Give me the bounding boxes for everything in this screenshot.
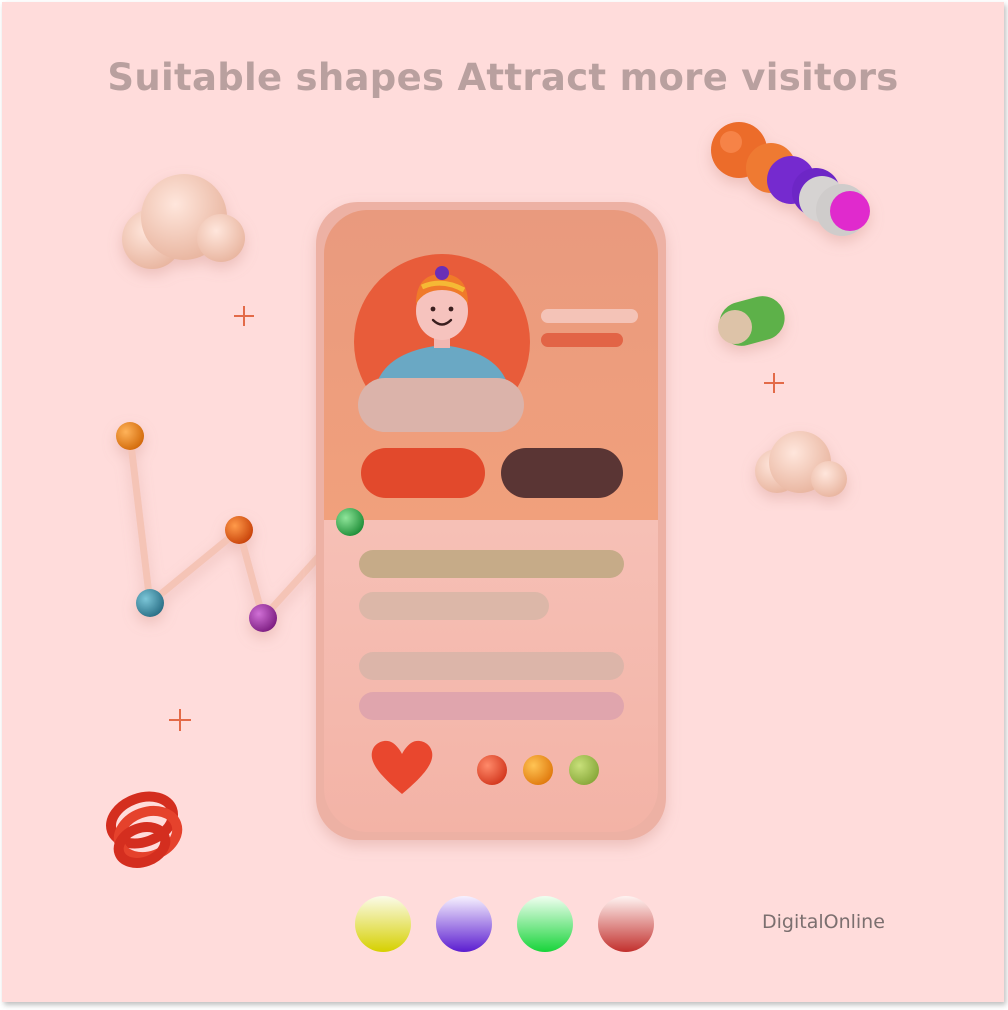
message-button[interactable] — [501, 448, 623, 498]
color-swatches — [355, 896, 654, 952]
illustration — [106, 122, 870, 952]
toggle-icon — [718, 296, 785, 346]
option-dot-orange[interactable] — [523, 755, 553, 785]
content-line — [359, 592, 549, 620]
phone-mockup — [316, 202, 666, 840]
content-line — [359, 550, 624, 578]
swatch-yellow[interactable] — [355, 896, 411, 952]
chart-dot — [116, 422, 144, 450]
profile-subtitle-line — [541, 333, 623, 347]
plus-icon — [764, 373, 784, 393]
cloud-icon — [122, 174, 245, 269]
bead-chain-icon — [711, 122, 870, 236]
canvas: Suitable shapes Attract more visitors Di… — [2, 2, 1004, 1002]
chart-dot — [249, 604, 277, 632]
chart-dot — [225, 516, 253, 544]
content-line — [359, 652, 624, 680]
swatch-red[interactable] — [598, 896, 654, 952]
name-card — [358, 378, 524, 432]
plus-icon — [169, 709, 191, 731]
cloud-icon — [755, 431, 847, 497]
content-line — [359, 692, 624, 720]
chart-dot — [136, 589, 164, 617]
option-dot-red[interactable] — [477, 755, 507, 785]
swatch-green[interactable] — [517, 896, 573, 952]
plus-icon — [234, 306, 254, 326]
brand-name: DigitalOnline — [762, 911, 885, 933]
chart-dot — [336, 508, 364, 536]
spring-coil-icon — [106, 791, 183, 868]
follow-button[interactable] — [361, 448, 485, 498]
option-dot-green[interactable] — [569, 755, 599, 785]
line-chart-icon — [116, 422, 354, 632]
profile-name-line — [541, 309, 638, 323]
swatch-purple[interactable] — [436, 896, 492, 952]
